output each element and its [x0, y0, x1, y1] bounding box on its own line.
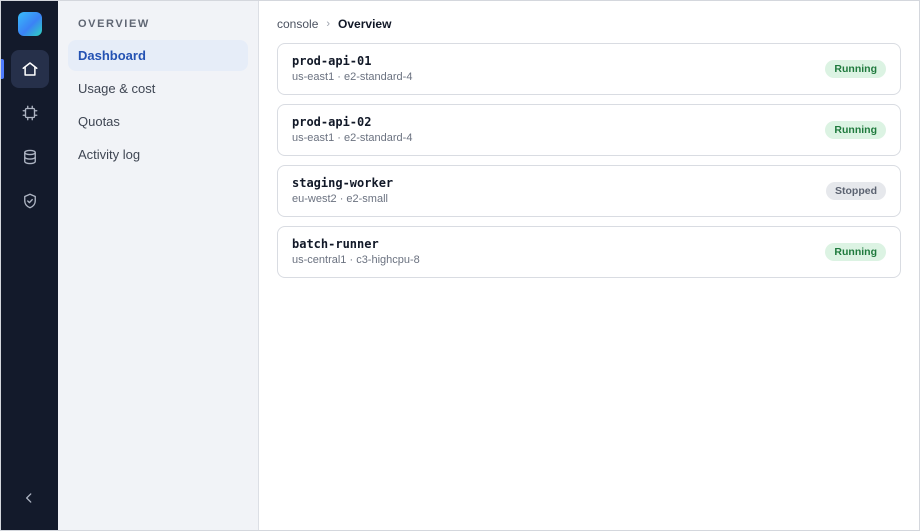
status-badge: Running — [825, 121, 886, 139]
instance-meta: us-east1 · e2-standard-4 — [292, 71, 413, 83]
status-badge: Stopped — [826, 182, 886, 200]
instance-meta: us-central1 · c3-highcpu-8 — [292, 254, 420, 266]
home-icon — [22, 62, 38, 76]
instance-name: prod-api-02 — [292, 115, 372, 129]
nav-item-quotas[interactable]: Quotas — [68, 106, 248, 137]
breadcrumb: console › Overview — [277, 17, 901, 31]
active-indicator — [1, 59, 4, 79]
nav-item-activity-log[interactable]: Activity log — [68, 139, 248, 170]
app-logo[interactable] — [18, 12, 42, 36]
instance-meta: eu-west2 · e2-small — [292, 193, 388, 205]
instance-name: batch-runner — [292, 237, 379, 251]
breadcrumb-current: Overview — [338, 17, 392, 31]
status-badge: Running — [825, 60, 886, 78]
section-nav: OVERVIEW Dashboard Usage & cost Quotas A… — [58, 1, 259, 530]
instance-card[interactable]: batch-runner us-central1 · c3-highcpu-8 … — [277, 226, 901, 278]
instance-name: staging-worker — [292, 176, 394, 190]
database-icon — [24, 149, 36, 165]
instance-card[interactable]: prod-api-02 us-east1 · e2-standard-4 Run… — [277, 104, 901, 156]
instance-card[interactable]: staging-worker eu-west2 · e2-small Stopp… — [277, 165, 901, 217]
breadcrumb-separator: › — [326, 18, 331, 30]
rail-storage-button[interactable] — [11, 138, 49, 176]
instance-name: prod-api-01 — [292, 54, 372, 68]
chip-icon — [22, 105, 38, 121]
section-heading: OVERVIEW — [78, 18, 150, 30]
instance-meta: us-east1 · e2-standard-4 — [292, 132, 413, 144]
app-window: OVERVIEW Dashboard Usage & cost Quotas A… — [0, 0, 920, 531]
shield-icon — [24, 193, 36, 209]
nav-item-dashboard[interactable]: Dashboard — [68, 40, 248, 71]
rail-security-button[interactable] — [11, 182, 49, 220]
main-content: console › Overview prod-api-01 us-east1 … — [259, 1, 919, 530]
breadcrumb-root-link[interactable]: console — [277, 17, 318, 31]
rail-compute-button[interactable] — [11, 94, 49, 132]
chevron-left-icon — [26, 493, 32, 503]
rail-home-button[interactable] — [11, 50, 49, 88]
icon-rail — [1, 1, 58, 530]
nav-item-usage-cost[interactable]: Usage & cost — [68, 73, 248, 104]
instance-card[interactable]: prod-api-01 us-east1 · e2-standard-4 Run… — [277, 43, 901, 95]
status-badge: Running — [825, 243, 886, 261]
collapse-sidebar-button[interactable] — [15, 484, 43, 512]
